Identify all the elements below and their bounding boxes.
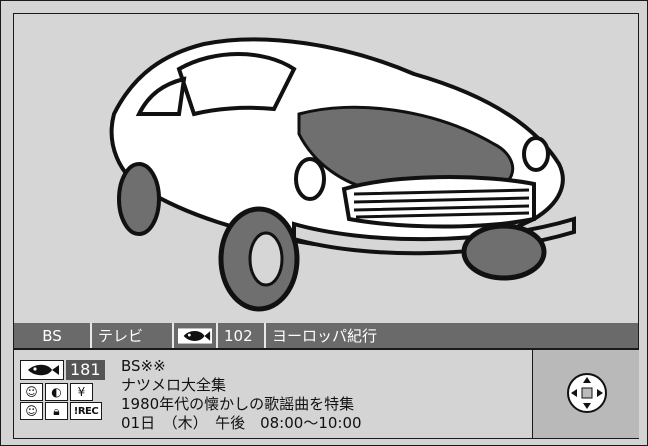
channel-badge: 181 <box>20 360 105 380</box>
program-datetime: 01日 （木） 午後 08:00～10:00 <box>121 414 362 432</box>
band-label: BS <box>14 323 92 348</box>
banner-channel: 102 <box>218 323 266 348</box>
program-description: 1980年代の懐かしの歌謡曲を特集 <box>121 395 355 413</box>
fish-icon-cell <box>174 323 218 348</box>
navigation-panel <box>532 350 639 438</box>
channel-number: 181 <box>66 360 105 380</box>
program-text: BS※※ ナツメロ大全集 1980年代の懐かしの歌謡曲を特集 01日 （木） 午… <box>121 357 362 433</box>
icon-row-1: ☺ ◐ ¥ <box>20 383 105 401</box>
fish-icon <box>20 360 64 380</box>
yen-icon: ¥ <box>70 383 93 401</box>
info-icons: 181 ☺ ◐ ¥ ☺ 🔒︎ !REC <box>20 360 105 420</box>
type-label: テレビ <box>92 323 174 348</box>
station-name: BS※※ <box>121 357 166 375</box>
fish-icon <box>178 327 212 344</box>
icon-row-2: ☺ 🔒︎ !REC <box>20 402 105 420</box>
dpad-icon[interactable] <box>566 372 608 414</box>
channel-banner: BS テレビ 102 ヨーロッパ紀行 <box>13 323 639 349</box>
tv-screen: BS テレビ 102 ヨーロッパ紀行 181 ☺ ◐ ¥ ☺ 🔒︎ !REC B… <box>0 0 648 446</box>
video-area <box>13 13 639 325</box>
program-info-panel: 181 ☺ ◐ ¥ ☺ 🔒︎ !REC BS※※ ナツメロ大全集 1980年代の… <box>13 349 639 439</box>
rec-icon: !REC <box>70 402 102 420</box>
car-illustration <box>109 37 576 312</box>
banner-program: ヨーロッパ紀行 <box>272 327 378 345</box>
smile-icon: ☺ <box>20 383 43 401</box>
smile-icon: ☺ <box>20 402 43 420</box>
half-circle-icon: ◐ <box>45 383 68 401</box>
program-title: ナツメロ大全集 <box>121 376 227 394</box>
lock-icon: 🔒︎ <box>45 402 68 420</box>
